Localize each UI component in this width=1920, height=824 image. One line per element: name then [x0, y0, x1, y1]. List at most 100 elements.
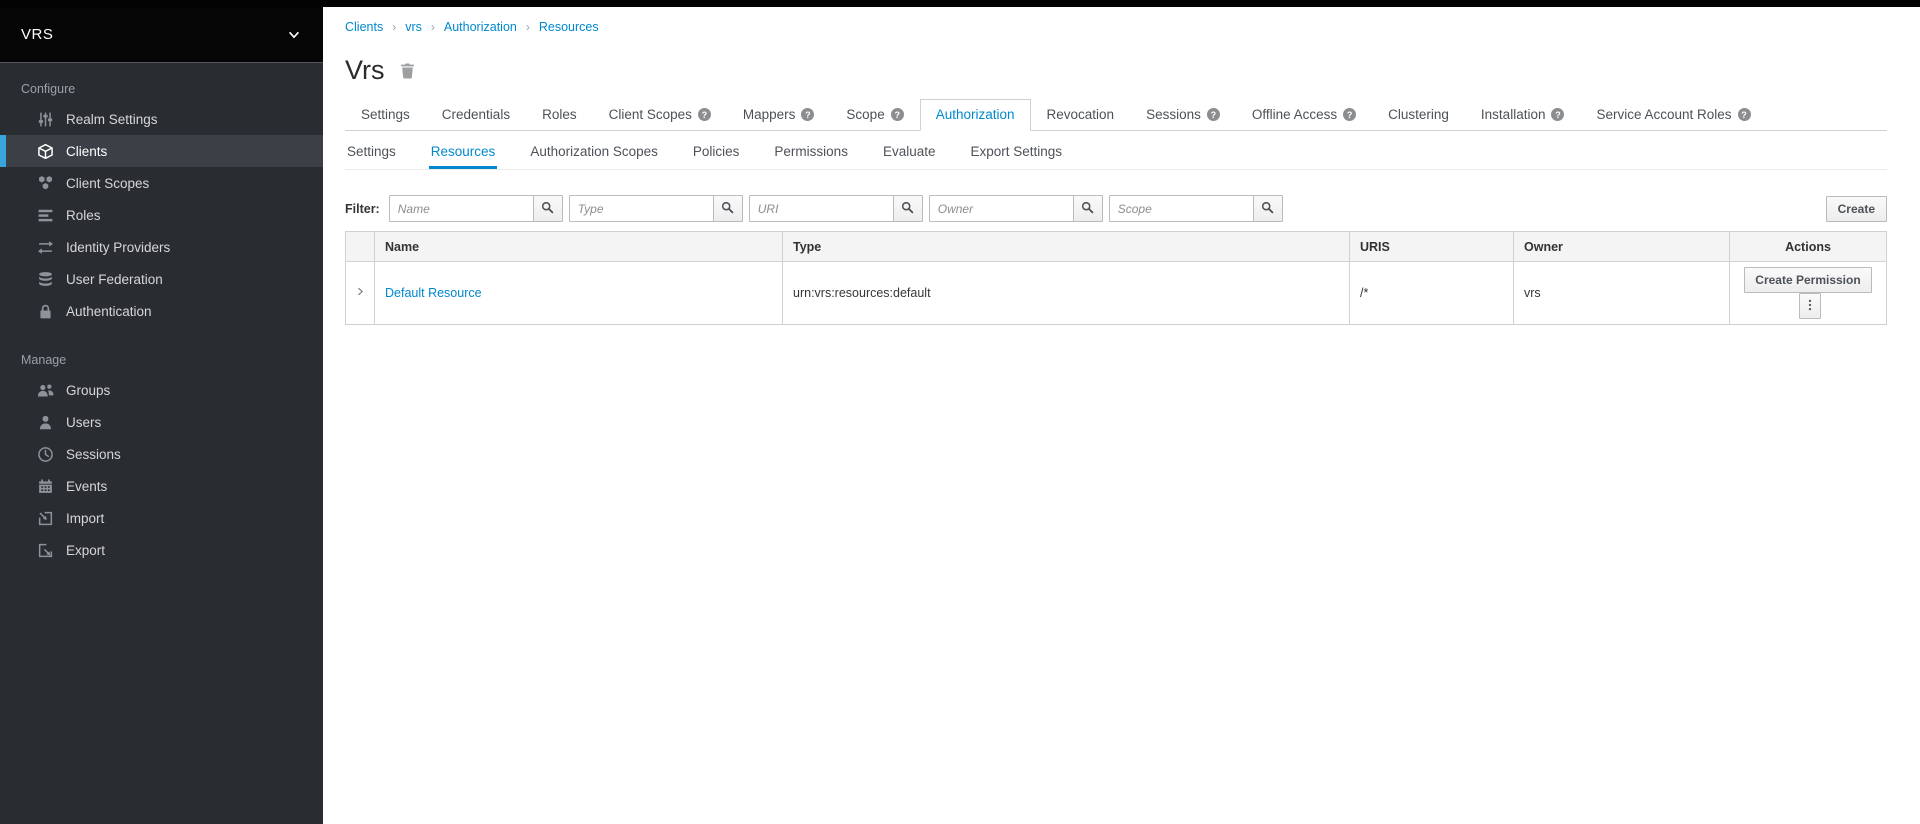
search-icon: [541, 201, 554, 217]
page-title: Vrs: [345, 55, 385, 86]
sidebar-item-import[interactable]: Import: [0, 502, 323, 534]
resource-name-link[interactable]: Default Resource: [385, 286, 482, 300]
subtab-evaluate[interactable]: Evaluate: [881, 136, 938, 169]
tab-label: Sessions: [1146, 107, 1201, 122]
column-header-uris: URIS: [1350, 232, 1514, 262]
filter-type-search-button[interactable]: [713, 195, 743, 222]
resources-table-body: Default Resourceurn:vrs:resources:defaul…: [346, 262, 1887, 325]
breadcrumb-link-clients[interactable]: Clients: [345, 20, 383, 34]
create-permission-button[interactable]: Create Permission: [1744, 267, 1871, 293]
cube-icon: [37, 143, 54, 160]
main-content: Clients›vrs›Authorization›Resources Vrs …: [323, 7, 1920, 824]
nav-section-label: Manage: [0, 353, 323, 374]
filter-scope-search-button[interactable]: [1253, 195, 1283, 222]
nav-section-label: Configure: [0, 82, 323, 103]
nav-section-manage: ManageGroups Users SessionsEvents Import Exp…: [0, 327, 323, 566]
lock-icon: [37, 303, 54, 320]
breadcrumb-link-vrs[interactable]: vrs: [405, 20, 422, 34]
tab-label: Roles: [542, 107, 577, 122]
sidebar-item-label: Clients: [66, 144, 107, 159]
breadcrumb-link-authorization[interactable]: Authorization: [444, 20, 517, 34]
breadcrumb-separator: ›: [431, 20, 435, 34]
tab-mappers[interactable]: Mappers?: [727, 99, 831, 131]
tab-roles[interactable]: Roles: [526, 99, 593, 131]
sidebar-item-export[interactable]: Export: [0, 534, 323, 566]
sidebar-item-users[interactable]: Users: [0, 406, 323, 438]
subtab-resources[interactable]: Resources: [429, 136, 498, 169]
tab-label: Settings: [361, 107, 410, 122]
export-icon: [37, 542, 54, 559]
row-kebab-menu-button[interactable]: [1799, 293, 1821, 319]
subtab-export-settings[interactable]: Export Settings: [969, 136, 1065, 169]
delete-client-button[interactable]: [399, 61, 418, 80]
tab-revocation[interactable]: Revocation: [1031, 99, 1131, 131]
create-resource-button[interactable]: Create: [1826, 196, 1887, 222]
subtab-settings[interactable]: Settings: [345, 136, 398, 169]
trash-icon: [399, 62, 418, 79]
help-icon: ?: [698, 108, 711, 121]
sidebar-item-label: Roles: [66, 208, 101, 223]
sidebar-item-user-federation[interactable]: User Federation: [0, 263, 323, 295]
subtab-permissions[interactable]: Permissions: [772, 136, 850, 169]
breadcrumb: Clients›vrs›Authorization›Resources: [345, 7, 1887, 34]
tab-label: Installation: [1481, 107, 1546, 122]
tab-sessions[interactable]: Sessions?: [1130, 99, 1236, 131]
import-icon: [37, 510, 54, 527]
filter-owner-search-button[interactable]: [1073, 195, 1103, 222]
search-icon: [1081, 201, 1094, 217]
authorization-subtabs: Settings Resources Authorization Scopes Pol…: [345, 136, 1887, 170]
sidebar-item-events[interactable]: Events: [0, 470, 323, 502]
sidebar-item-label: Import: [66, 511, 104, 526]
sidebar-item-roles[interactable]: Roles: [0, 199, 323, 231]
resource-uris-cell: /*: [1350, 262, 1514, 325]
tab-installation[interactable]: Installation?: [1465, 99, 1581, 131]
tab-clustering[interactable]: Clustering: [1372, 99, 1465, 131]
sidebar-item-clients[interactable]: Clients: [0, 135, 323, 167]
sidebar-item-label: User Federation: [66, 272, 163, 287]
filter-uri-search-button[interactable]: [893, 195, 923, 222]
realm-selector[interactable]: VRS: [0, 0, 323, 63]
filter-name-input[interactable]: [389, 195, 534, 222]
column-header-name: Name: [375, 232, 783, 262]
sidebar-item-identity-providers[interactable]: Identity Providers: [0, 231, 323, 263]
groups-icon: [37, 382, 54, 399]
breadcrumb-link-resources[interactable]: Resources: [539, 20, 599, 34]
sidebar-item-client-scopes[interactable]: Client Scopes: [0, 167, 323, 199]
tab-client-scopes[interactable]: Client Scopes?: [593, 99, 727, 131]
filter-scope-input[interactable]: [1109, 195, 1254, 222]
tab-service-account-roles[interactable]: Service Account Roles?: [1580, 99, 1766, 131]
sidebar-item-realm-settings[interactable]: Realm Settings: [0, 103, 323, 135]
filter-owner-input[interactable]: [929, 195, 1074, 222]
sliders-icon: [37, 111, 54, 128]
column-header-actions: Actions: [1730, 232, 1887, 262]
user-icon: [37, 414, 54, 431]
tab-settings[interactable]: Settings: [345, 99, 426, 131]
title-row: Vrs: [345, 55, 1887, 86]
filter-uri-input[interactable]: [749, 195, 894, 222]
search-icon: [901, 201, 914, 217]
sidebar-item-authentication[interactable]: Authentication: [0, 295, 323, 327]
tab-label: Clustering: [1388, 107, 1449, 122]
filter-type-input[interactable]: [569, 195, 714, 222]
tab-credentials[interactable]: Credentials: [426, 99, 526, 131]
tab-authorization[interactable]: Authorization: [920, 99, 1031, 131]
resource-name-cell: Default Resource: [375, 262, 783, 325]
sidebar: VRS ConfigureRealm Settings Clients Client…: [0, 0, 323, 824]
sidebar-item-sessions[interactable]: Sessions: [0, 438, 323, 470]
sidebar-item-label: Identity Providers: [66, 240, 170, 255]
tab-scope[interactable]: Scope?: [830, 99, 919, 131]
expand-column-header: [346, 232, 375, 262]
chevron-down-icon: [287, 28, 301, 42]
filter-label: Filter:: [345, 202, 380, 216]
subtab-policies[interactable]: Policies: [691, 136, 742, 169]
sidebar-item-groups[interactable]: Groups: [0, 374, 323, 406]
exchange-icon: [37, 239, 54, 256]
tab-offline-access[interactable]: Offline Access?: [1236, 99, 1372, 131]
subtab-authorization-scopes[interactable]: Authorization Scopes: [528, 136, 660, 169]
row-expand-toggle[interactable]: [346, 262, 375, 325]
chevron-right-icon: [355, 286, 366, 300]
filter-name-search-button[interactable]: [533, 195, 563, 222]
filter-inputs: [389, 195, 1289, 222]
sidebar-item-label: Users: [66, 415, 101, 430]
help-icon: ?: [891, 108, 904, 121]
